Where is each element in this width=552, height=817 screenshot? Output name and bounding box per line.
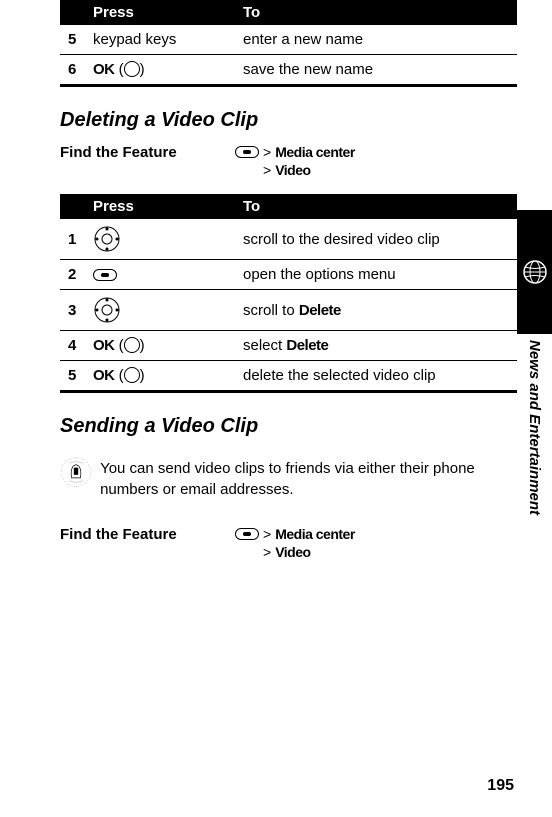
press-cell [85,260,235,290]
step-number: 3 [60,290,85,331]
feature-path: > Media center > Video [235,144,355,180]
instruction-table-2: Press To 1 scroll to the desired video c… [60,194,517,393]
table-row: 6 OK () save the new name [60,55,517,86]
to-prefix: select [243,337,282,354]
dpad-icon [93,296,121,324]
header-press: Press [85,0,235,25]
step-number: 5 [60,361,85,392]
header-to: To [235,194,517,219]
find-feature-row: Find the Feature > Media center > Video [60,144,517,180]
step-number: 6 [60,55,85,86]
press-cell [85,290,235,331]
table-row: 5 OK () delete the selected video clip [60,361,517,392]
to-bold: Delete [299,302,341,319]
to-cell: save the new name [235,55,517,86]
press-cell: OK () [85,331,235,361]
step-number: 2 [60,260,85,290]
ok-label: OK [93,61,115,78]
section-heading-sending: Sending a Video Clip [60,415,517,438]
find-feature-label: Find the Feature [60,526,235,562]
header-press: Press [85,194,235,219]
table-header-row: Press To [60,0,517,25]
globe-icon [521,258,549,286]
gt: > [263,162,271,178]
page-number: 195 [487,777,514,795]
center-key-icon [124,367,140,383]
section-heading-deleting: Deleting a Video Clip [60,109,517,132]
ok-label: OK [93,337,115,354]
black-tab [517,210,552,334]
to-cell: select Delete [235,331,517,361]
to-cell: enter a new name [235,25,517,55]
table-row: 4 OK () select Delete [60,331,517,361]
to-cell: scroll to Delete [235,290,517,331]
menu-key-icon [235,146,259,158]
body-text: You can send video clips to friends via … [100,458,517,500]
step-number: 4 [60,331,85,361]
to-cell: delete the selected video clip [235,361,517,392]
gt: > [263,144,271,160]
center-key-icon [124,61,140,77]
step-number: 5 [60,25,85,55]
to-prefix: scroll to [243,302,295,319]
side-tab: News and Entertainment [517,210,552,515]
step-number: 1 [60,219,85,260]
table-row: 3 scroll to Delete [60,290,517,331]
instruction-table-1: Press To 5 keypad keys enter a new name … [60,0,517,87]
menu-key-icon [93,269,117,281]
body-with-badge: You can send video clips to friends via … [60,450,517,508]
press-cell [85,219,235,260]
menu-key-icon [235,528,259,540]
press-cell: OK () [85,361,235,392]
table-row: 5 keypad keys enter a new name [60,25,517,55]
to-bold: Delete [286,337,328,354]
center-key-icon [124,337,140,353]
find-feature-row: Find the Feature > Media center > Video [60,526,517,562]
path-media-center: Media center [275,526,355,542]
gt: > [263,526,271,542]
path-video: Video [275,162,310,178]
header-to: To [235,0,517,25]
sidebar-label: News and Entertainment [526,340,543,515]
ok-label: OK [93,367,115,384]
to-cell: open the options menu [235,260,517,290]
press-cell: keypad keys [85,25,235,55]
gt: > [263,544,271,560]
dpad-icon [93,225,121,253]
press-cell: OK () [85,55,235,86]
table-row: 1 scroll to the desired video clip [60,219,517,260]
path-media-center: Media center [275,144,355,160]
feature-path: > Media center > Video [235,526,355,562]
to-cell: scroll to the desired video clip [235,219,517,260]
table-row: 2 open the options menu [60,260,517,290]
path-video: Video [275,544,310,560]
table-header-row: Press To [60,194,517,219]
network-subscription-badge-icon [60,450,92,494]
find-feature-label: Find the Feature [60,144,235,180]
